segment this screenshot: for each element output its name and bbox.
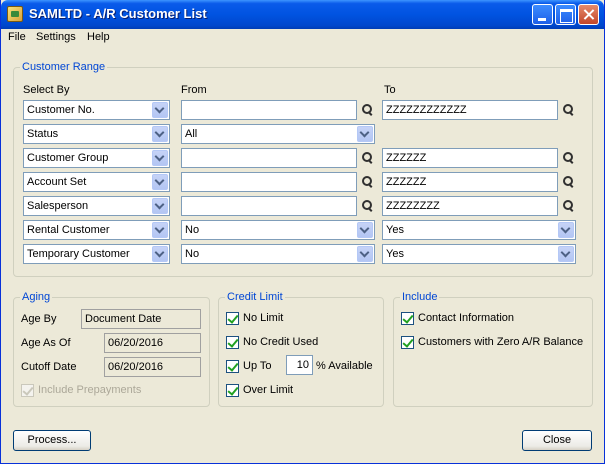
chevron-down-icon[interactable]: [357, 126, 373, 142]
to-input-customer-group[interactable]: ZZZZZZ: [382, 148, 558, 168]
contact-information-label: Contact Information: [418, 312, 514, 324]
search-icon[interactable]: [361, 199, 375, 213]
menu-file[interactable]: File: [8, 31, 26, 43]
close-button[interactable]: Close: [522, 430, 592, 451]
from-input-account-set[interactable]: [181, 172, 357, 192]
credit-limit-title: Credit Limit: [225, 291, 285, 303]
to-dropdown-rental[interactable]: Yes: [382, 220, 576, 240]
chevron-down-icon[interactable]: [152, 222, 168, 238]
from-input-customer-group[interactable]: [181, 148, 357, 168]
contact-information-checkbox[interactable]: [401, 312, 414, 325]
over-limit-checkbox[interactable]: [226, 384, 239, 397]
select-by-value-1: Customer No.: [27, 104, 95, 116]
include-title: Include: [400, 291, 440, 303]
to-dropdown-temporary[interactable]: Yes: [382, 244, 576, 264]
app-icon[interactable]: [7, 6, 23, 22]
from-dropdown-rental[interactable]: No: [181, 220, 375, 240]
up-to-percent-input[interactable]: 10: [286, 355, 313, 375]
process-button[interactable]: Process...: [13, 430, 91, 451]
select-by-dropdown-5[interactable]: Salesperson: [23, 196, 170, 216]
to-input-account-set[interactable]: ZZZZZZ: [382, 172, 558, 192]
title-bar[interactable]: SAMLTD - A/R Customer List: [1, 0, 604, 29]
from-input-salesperson[interactable]: [181, 196, 357, 216]
select-by-dropdown-6[interactable]: Rental Customer: [23, 220, 170, 240]
chevron-down-icon[interactable]: [357, 246, 373, 262]
include-prepayments-checkbox[interactable]: [21, 384, 34, 397]
from-label: From: [181, 84, 207, 96]
chevron-down-icon[interactable]: [152, 126, 168, 142]
chevron-down-icon[interactable]: [152, 102, 168, 118]
menu-help[interactable]: Help: [87, 31, 110, 43]
age-by-label: Age By: [21, 313, 57, 325]
chevron-down-icon[interactable]: [152, 246, 168, 262]
age-as-of-label: Age As Of: [21, 337, 71, 349]
age-by-field: Document Date: [81, 309, 201, 329]
chevron-down-icon[interactable]: [558, 246, 574, 262]
customer-range-title: Customer Range: [20, 61, 108, 73]
select-by-dropdown-2[interactable]: Status: [23, 124, 170, 144]
zero-balance-checkbox[interactable]: [401, 336, 414, 349]
include-prepayments-label: Include Prepayments: [38, 384, 142, 396]
menu-settings[interactable]: Settings: [36, 31, 76, 43]
search-icon[interactable]: [562, 175, 576, 189]
no-limit-checkbox[interactable]: [226, 312, 239, 325]
maximize-button[interactable]: [555, 4, 576, 25]
search-icon[interactable]: [361, 103, 375, 117]
chevron-down-icon[interactable]: [152, 174, 168, 190]
cutoff-date-field: 06/20/2016: [104, 357, 201, 377]
minimize-button[interactable]: [532, 4, 553, 25]
from-dropdown-status[interactable]: All: [181, 124, 375, 144]
search-icon[interactable]: [562, 199, 576, 213]
no-credit-used-label: No Credit Used: [243, 336, 319, 348]
cutoff-date-label: Cutoff Date: [21, 361, 77, 373]
window-title: SAMLTD - A/R Customer List: [29, 6, 207, 21]
chevron-down-icon[interactable]: [357, 222, 373, 238]
chevron-down-icon[interactable]: [152, 198, 168, 214]
customer-list-window: SAMLTD - A/R Customer List File Settings…: [0, 0, 605, 464]
to-label: To: [384, 84, 396, 96]
chevron-down-icon[interactable]: [558, 222, 574, 238]
percent-available-label: % Available: [316, 360, 373, 372]
no-credit-used-checkbox[interactable]: [226, 336, 239, 349]
select-by-dropdown-4[interactable]: Account Set: [23, 172, 170, 192]
close-window-button[interactable]: [578, 4, 599, 25]
select-by-dropdown-1[interactable]: Customer No.: [23, 100, 170, 120]
from-input-customer-no[interactable]: [181, 100, 357, 120]
chevron-down-icon[interactable]: [152, 150, 168, 166]
select-by-label: Select By: [23, 84, 70, 96]
up-to-checkbox[interactable]: [226, 360, 239, 373]
over-limit-label: Over Limit: [243, 384, 294, 396]
aging-title: Aging: [20, 291, 53, 303]
search-icon[interactable]: [562, 151, 576, 165]
no-limit-label: No Limit: [243, 312, 284, 324]
up-to-label: Up To: [243, 360, 272, 372]
menu-bar: File Settings Help: [1, 29, 604, 47]
search-icon[interactable]: [562, 103, 576, 117]
search-icon[interactable]: [361, 151, 375, 165]
select-by-dropdown-7[interactable]: Temporary Customer: [23, 244, 170, 264]
search-icon[interactable]: [361, 175, 375, 189]
to-input-customer-no[interactable]: ZZZZZZZZZZZZ: [382, 100, 558, 120]
from-dropdown-temporary[interactable]: No: [181, 244, 375, 264]
select-by-dropdown-3[interactable]: Customer Group: [23, 148, 170, 168]
zero-balance-label: Customers with Zero A/R Balance: [418, 336, 584, 348]
age-as-of-field: 06/20/2016: [104, 333, 201, 353]
to-input-salesperson[interactable]: ZZZZZZZZ: [382, 196, 558, 216]
